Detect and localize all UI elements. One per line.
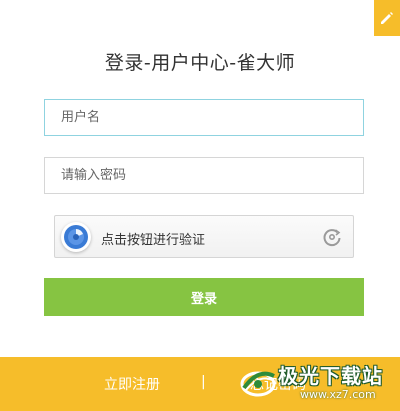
login-button[interactable]: 登录 [44,278,364,316]
username-input[interactable] [44,99,364,136]
watermark-logo-icon [240,371,276,397]
captcha-knob[interactable] [61,222,91,252]
edit-button[interactable] [374,0,400,36]
password-input[interactable] [44,157,364,194]
refresh-icon[interactable] [321,226,343,248]
watermark: 极光下载站 www.xz7.com [238,358,388,408]
captcha-verify-button[interactable]: 点击按钮进行验证 [54,215,354,258]
register-link[interactable]: 立即注册 [104,374,160,394]
watermark-url: www.xz7.com [300,388,376,401]
watermark-name: 极光下载站 [278,364,383,388]
captcha-label: 点击按钮进行验证 [101,233,206,248]
footer-divider: | [201,374,206,390]
page-title: 登录-用户中心-雀大师 [104,52,296,74]
pencil-icon [381,12,393,24]
login-card: 登录-用户中心-雀大师 点击按钮进行验证 登录 立即注册 | 忘记密码 [0,0,400,411]
captcha-target-icon [64,225,88,249]
